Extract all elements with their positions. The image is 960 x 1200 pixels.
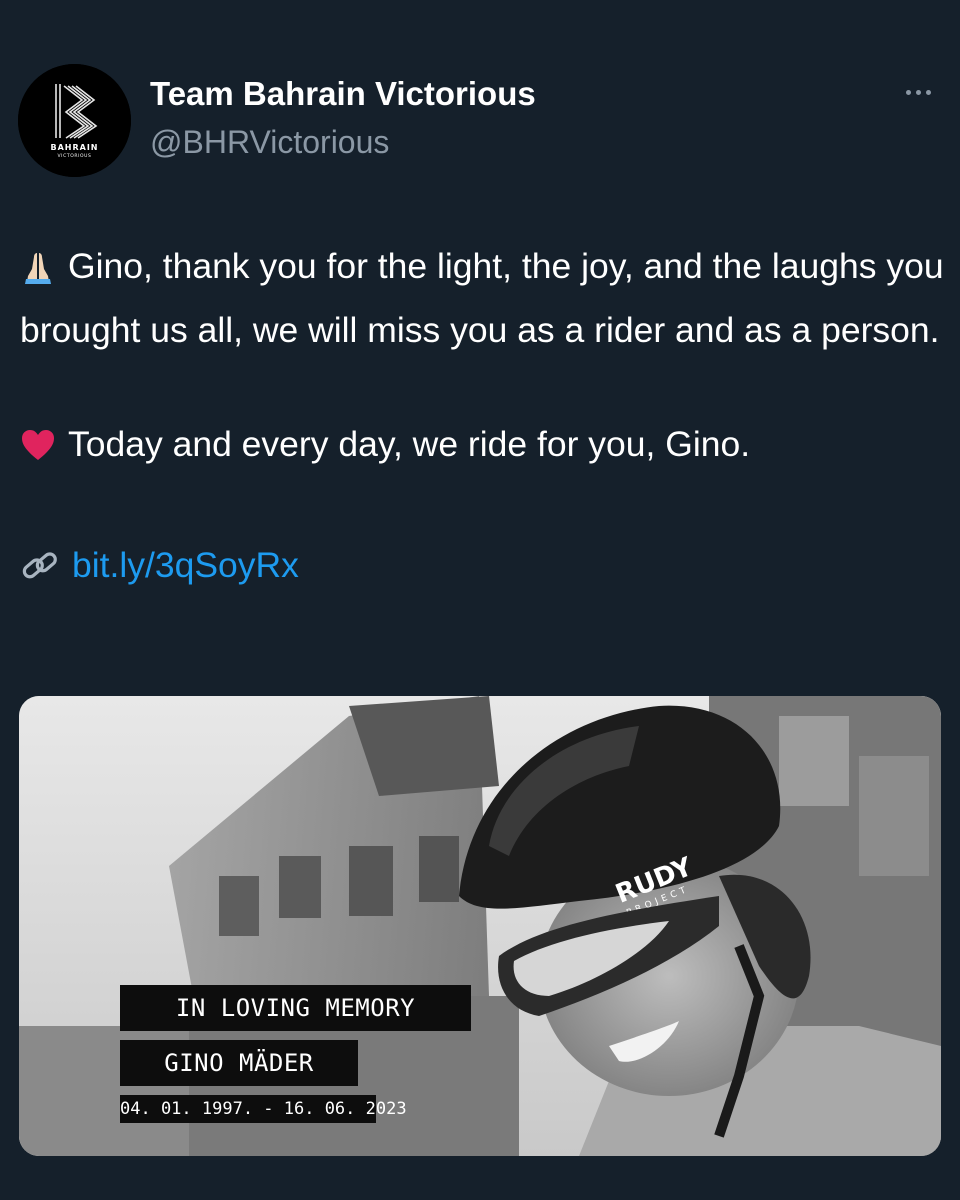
tweet-paragraph-1: Gino, thank you for the light, the joy, … [20, 238, 945, 359]
caption-name: GINO MÄDER [120, 1040, 358, 1086]
tweet-paragraph-3: bit.ly/3qSoyRx [20, 537, 945, 601]
rider-photo: RUDY PROJECT [19, 696, 941, 1156]
logo-text-bahrain: BAHRAIN [50, 143, 98, 152]
tweet-line-1: Gino, thank you for the light, the joy, … [20, 246, 944, 350]
more-dot [915, 89, 921, 95]
tweet-link[interactable]: bit.ly/3qSoyRx [72, 545, 299, 585]
more-options-button[interactable] [896, 74, 940, 110]
tweet-paragraph-2: Today and every day, we ride for you, Gi… [20, 416, 945, 480]
more-horizontal-icon [905, 89, 911, 95]
display-name[interactable]: Team Bahrain Victorious [150, 72, 536, 116]
team-logo-icon: BAHRAIN VICTORIOUS [18, 64, 131, 177]
red-heart-icon [20, 423, 56, 480]
avatar[interactable]: BAHRAIN VICTORIOUS [18, 64, 131, 177]
caption-dates: 04. 01. 1997. - 16. 06. 2023 [120, 1095, 407, 1123]
folded-hands-icon [20, 245, 56, 302]
more-dot [925, 89, 931, 95]
tweet-card: BAHRAIN VICTORIOUS Team Bahrain Victorio… [0, 0, 960, 1200]
handle[interactable]: @BHRVictorious [150, 121, 389, 163]
caption-in-loving-memory: IN LOVING MEMORY [120, 985, 471, 1031]
logo-text-victorious: VICTORIOUS [58, 153, 92, 159]
link-icon [20, 544, 60, 601]
tweet-text: Gino, thank you for the light, the joy, … [20, 238, 945, 601]
tweet-line-2: Today and every day, we ride for you, Gi… [68, 424, 751, 464]
tweet-image[interactable]: RUDY PROJECT IN LOVING MEMORY GINO MÄDER… [19, 696, 941, 1156]
